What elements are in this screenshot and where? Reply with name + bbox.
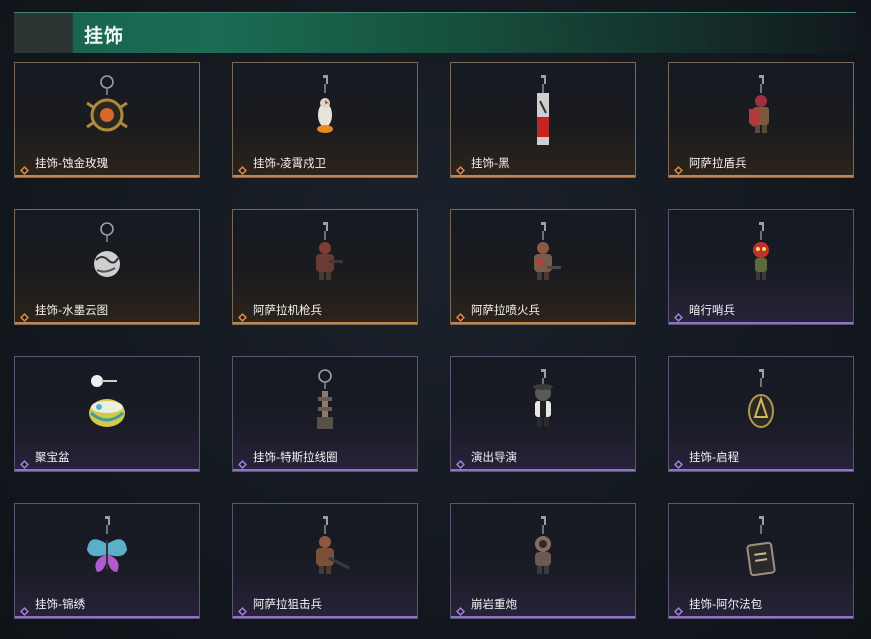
rarity-diamond-icon [238,307,247,322]
charm-card[interactable]: 挂饰-黑 [450,62,636,178]
charm-name: 阿萨拉喷火兵 [471,303,540,317]
rarity-underline [669,322,853,324]
charm-name: 暗行哨兵 [689,303,735,317]
charm-card[interactable]: 暗行哨兵 [668,209,854,325]
compass-badge-icon [731,367,791,445]
rarity-diamond-icon [20,160,29,175]
alpha-bag-icon [731,514,791,592]
charm-card[interactable]: 挂饰-特斯拉线圈 [232,356,418,472]
charm-card[interactable]: 阿萨拉机枪兵 [232,209,418,325]
charm-card[interactable]: 挂饰-锦绣 [14,503,200,619]
rarity-underline [451,616,635,618]
rarity-diamond-icon [456,307,465,322]
charm-name: 挂饰-黑 [471,156,510,170]
rarity-diamond-icon [20,307,29,322]
rarity-underline [233,322,417,324]
rose-medallion-icon [77,73,137,151]
rarity-diamond-icon [238,601,247,616]
charm-name: 挂饰-特斯拉线圈 [253,450,338,464]
rarity-diamond-icon [674,601,683,616]
rarity-underline [233,175,417,177]
ink-sphere-icon [77,220,137,298]
charm-card[interactable]: 阿萨拉狙击兵 [232,503,418,619]
rarity-diamond-icon [456,454,465,469]
rarity-underline [451,322,635,324]
charm-card[interactable]: 阿萨拉盾兵 [668,62,854,178]
charm-name: 挂饰-水墨云图 [35,303,109,317]
charm-name: 聚宝盆 [35,450,70,464]
charm-card[interactable]: 挂饰-蚀金玫瑰 [14,62,200,178]
treasure-bowl-icon [77,367,137,445]
charm-name: 挂饰-锦绣 [35,597,86,611]
charm-name: 挂饰-启程 [689,450,740,464]
sniper-figure-icon [295,514,355,592]
charm-name: 阿萨拉机枪兵 [253,303,322,317]
charm-card[interactable]: 演出导演 [450,356,636,472]
rarity-underline [15,322,199,324]
charm-name: 崩岩重炮 [471,597,517,611]
charm-name: 阿萨拉狙击兵 [253,597,322,611]
charm-name: 挂饰-蚀金玫瑰 [35,156,109,170]
gunner-figure-icon [295,220,355,298]
rarity-diamond-icon [20,601,29,616]
rarity-underline [233,616,417,618]
rarity-diamond-icon [238,454,247,469]
charm-card[interactable]: 挂饰-凌霄戍卫 [232,62,418,178]
rarity-underline [15,616,199,618]
shield-soldier-icon [731,73,791,151]
butterfly-icon [77,514,137,592]
rarity-diamond-icon [674,160,683,175]
rarity-underline [669,616,853,618]
rarity-diamond-icon [20,454,29,469]
rarity-underline [451,175,635,177]
sentinel-figure-icon [731,220,791,298]
charm-name: 阿萨拉盾兵 [689,156,747,170]
rarity-underline [451,469,635,471]
charm-name: 挂饰-凌霄戍卫 [253,156,327,170]
tesla-coil-icon [295,367,355,445]
rarity-diamond-icon [674,454,683,469]
rarity-underline [15,175,199,177]
blade-tag-icon [513,73,573,151]
heavy-cannon-figure-icon [513,514,573,592]
rarity-underline [15,469,199,471]
rarity-diamond-icon [456,601,465,616]
charm-name: 演出导演 [471,450,517,464]
section-title: 挂饰 [84,25,125,47]
rarity-underline [669,469,853,471]
charm-card[interactable]: 阿萨拉喷火兵 [450,209,636,325]
charm-card[interactable]: 聚宝盆 [14,356,200,472]
rarity-diamond-icon [674,307,683,322]
charm-card[interactable]: 挂饰-阿尔法包 [668,503,854,619]
section-header: 挂饰 [14,12,856,53]
bird-guardian-icon [295,73,355,151]
rarity-underline [233,469,417,471]
rarity-diamond-icon [456,160,465,175]
rarity-diamond-icon [238,160,247,175]
charm-card[interactable]: 崩岩重炮 [450,503,636,619]
charm-card[interactable]: 挂饰-启程 [668,356,854,472]
charm-card[interactable]: 挂饰-水墨云图 [14,209,200,325]
charm-grid: 挂饰-蚀金玫瑰 挂饰-凌霄戍卫 挂饰-黑 阿萨拉盾兵挂饰-水墨云图 阿萨拉机枪兵 阿萨拉喷… [14,62,856,632]
flamethrower-figure-icon [513,220,573,298]
header-accent-block [14,13,72,53]
director-figure-icon [513,367,573,445]
charm-name: 挂饰-阿尔法包 [689,597,763,611]
rarity-underline [669,175,853,177]
